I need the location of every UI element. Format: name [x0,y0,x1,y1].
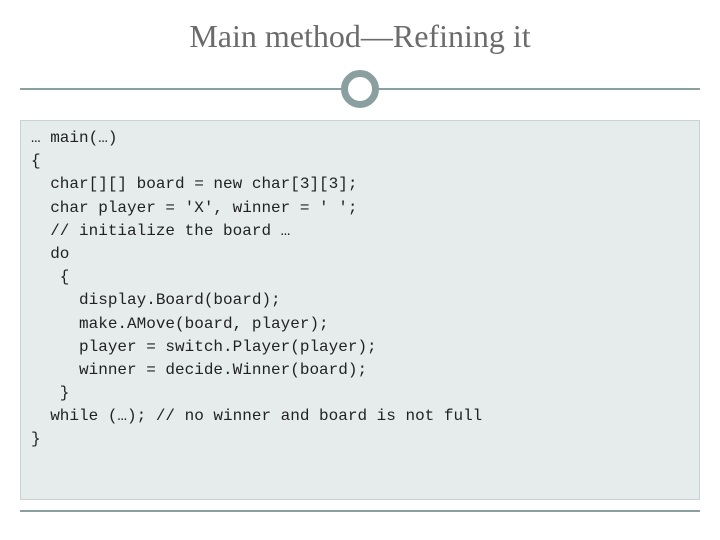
code-line: // initialize the board … [31,220,689,243]
divider-bottom [20,510,700,512]
code-line: … main(…) [31,127,689,150]
code-line: char[][] board = new char[3][3]; [31,173,689,196]
code-line: char player = 'X', winner = ' '; [31,197,689,220]
circle-ornament [341,70,379,108]
code-line: while (…); // no winner and board is not… [31,405,689,428]
code-line: do [31,243,689,266]
slide-title: Main method—Refining it [0,0,720,63]
code-line: { [31,150,689,173]
code-block: … main(…) { char[][] board = new char[3]… [20,120,700,500]
code-line: make.AMove(board, player); [31,313,689,336]
code-line: player = switch.Player(player); [31,336,689,359]
code-line: } [31,382,689,405]
code-line: display.Board(board); [31,289,689,312]
slide: Main method—Refining it … main(…) { char… [0,0,720,540]
code-line: winner = decide.Winner(board); [31,359,689,382]
code-line: { [31,266,689,289]
code-line: } [31,428,689,451]
